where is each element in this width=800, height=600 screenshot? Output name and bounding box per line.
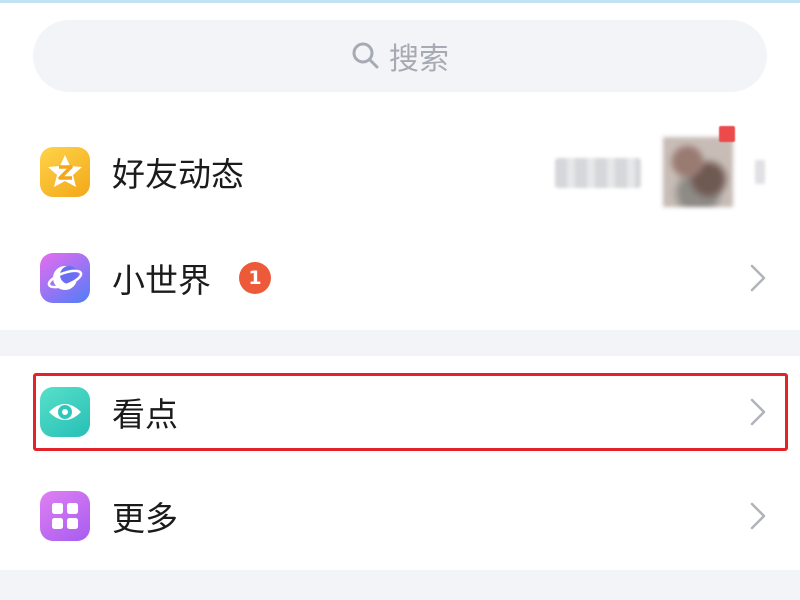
section-divider: [0, 330, 800, 356]
unread-dot: [719, 126, 735, 142]
menu-item-label: 好友动态: [112, 155, 244, 194]
section-divider: [0, 570, 800, 600]
blurred-edge: [755, 160, 765, 184]
top-divider: [0, 0, 800, 3]
notification-badge: 1: [239, 262, 271, 294]
chevron-right-icon: [750, 264, 766, 292]
menu-item-label: 小世界: [112, 261, 211, 300]
menu-item-small-world[interactable]: 小世界 1: [0, 226, 800, 330]
highlight-frame: [33, 373, 788, 451]
moon-planet-icon: [40, 253, 90, 303]
menu-item-friends-feed[interactable]: 好友动态: [0, 120, 800, 224]
menu-item-label: 更多: [112, 499, 178, 538]
qzone-star-icon: [40, 147, 90, 197]
search-icon: [352, 42, 379, 69]
menu-item-more[interactable]: 更多: [0, 464, 800, 568]
blurred-preview-text: [555, 158, 641, 188]
chevron-right-icon: [750, 502, 766, 530]
search-placeholder: 搜索: [389, 42, 449, 77]
search-bar[interactable]: 搜索: [33, 20, 767, 92]
grid-icon: [40, 491, 90, 541]
avatar: [663, 137, 733, 207]
